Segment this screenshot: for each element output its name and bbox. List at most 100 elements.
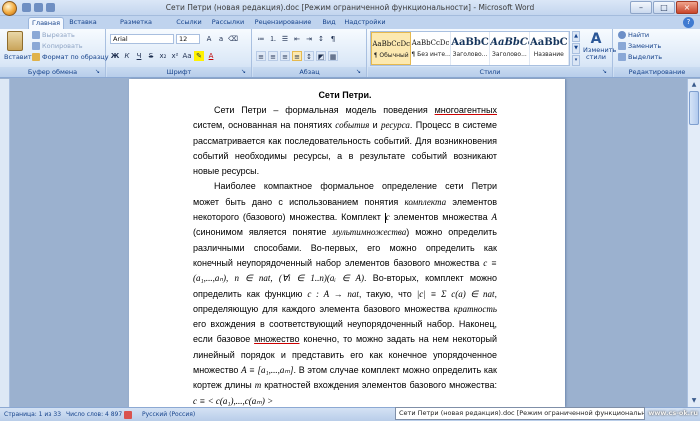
document-title: Сети Петри. (318, 90, 372, 100)
binoculars-icon (618, 31, 626, 39)
font-name-select[interactable]: Arial (110, 34, 174, 44)
tab-addins[interactable]: Надстройки (344, 17, 386, 29)
chevron-down-icon[interactable]: ▼ (572, 43, 580, 54)
editing-group-label: Редактирование (614, 67, 700, 77)
style-heading-2[interactable]: AaBbCc Заголово... (490, 32, 530, 65)
tab-view[interactable]: Вид (320, 17, 338, 29)
italic-icon[interactable]: К (122, 51, 132, 61)
language-indicator[interactable]: Русский (Россия) (142, 411, 195, 418)
style-no-spacing[interactable]: AaBbCcDc ¶ Без инте... (411, 32, 451, 65)
strikethrough-icon[interactable]: S (146, 51, 156, 61)
styles-gallery: AaBbCcDc ¶ Обычный AaBbCcDc ¶ Без инте..… (370, 31, 570, 66)
page-counter[interactable]: Страница: 1 из 33 (4, 411, 61, 418)
scroll-up-icon[interactable]: ▲ (689, 80, 699, 90)
highlight-icon[interactable]: ✎ (194, 51, 204, 61)
brush-icon (32, 53, 40, 61)
clipboard-icon (7, 31, 23, 51)
watermark: www.cs-ok.ru (648, 409, 698, 417)
select-button[interactable]: Выделить (618, 53, 662, 61)
document-page[interactable]: Сети Петри. Сети Петри – формальная моде… (129, 79, 565, 407)
grow-font-icon[interactable]: A (204, 34, 214, 44)
change-case-icon[interactable]: Aa (182, 51, 192, 61)
styles-scroll: ▲ ▼ ▾ (572, 31, 580, 66)
document-workspace: Сети Петри. Сети Петри – формальная моде… (0, 79, 700, 407)
paragraph-1: Сети Петри – формальная модель поведения… (193, 105, 497, 177)
help-icon[interactable]: ? (683, 17, 694, 28)
superscript-icon[interactable]: x² (170, 51, 180, 61)
paragraph-2: Наиболее компактное формальное определен… (193, 181, 497, 406)
close-button[interactable]: × (676, 1, 698, 14)
tab-mailings[interactable]: Рассылки (210, 17, 246, 29)
chevron-up-icon[interactable]: ▲ (572, 31, 580, 42)
vertical-ruler (0, 79, 10, 407)
dialog-launcher-icon[interactable]: ↘ (95, 68, 103, 76)
align-right-icon[interactable]: ≡ (280, 51, 290, 61)
increase-indent-icon[interactable]: ⇥ (304, 34, 314, 44)
font-group-label: Шрифт (107, 67, 251, 77)
copy-icon (32, 42, 40, 50)
change-styles-button[interactable]: A Изменить стили (583, 31, 616, 61)
document-text[interactable]: Сети Петри. Сети Петри – формальная моде… (193, 88, 497, 409)
cursor-icon (618, 53, 626, 61)
sort-icon[interactable]: ↕ (316, 34, 326, 44)
maximize-button[interactable]: □ (653, 1, 675, 14)
borders-icon[interactable]: ▦ (328, 51, 338, 61)
shrink-font-icon[interactable]: a (216, 34, 226, 44)
scissors-icon (32, 31, 40, 39)
tab-review[interactable]: Рецензирование (252, 17, 314, 29)
show-marks-icon[interactable]: ¶ (328, 34, 338, 44)
dialog-launcher-icon[interactable]: ↘ (602, 68, 610, 76)
bullets-icon[interactable]: ≔ (256, 34, 266, 44)
multilevel-list-icon[interactable]: ☰ (280, 34, 290, 44)
paragraph-group-label: Абзац (253, 67, 366, 77)
more-styles-icon[interactable]: ▾ (572, 55, 580, 66)
justify-icon[interactable]: ≡ (292, 51, 302, 61)
dialog-launcher-icon[interactable]: ↘ (356, 68, 364, 76)
shading-icon[interactable]: ◩ (316, 51, 326, 61)
decrease-indent-icon[interactable]: ⇤ (292, 34, 302, 44)
tab-insert[interactable]: Вставка (67, 17, 99, 29)
formula: (∀i ∈ 1..n)(aᵢ ∈ A) (278, 273, 364, 284)
bold-icon[interactable]: Ж (110, 51, 120, 61)
scroll-down-icon[interactable]: ▼ (689, 396, 699, 406)
format-painter-button[interactable]: Формат по образцу (32, 53, 109, 61)
paragraph-group: ≔ ⒈ ☰ ⇤ ⇥ ↕ ¶ ≡ ≡ ≡ ≡ ↕ ◩ ▦ Абзац ↘ (253, 29, 367, 77)
font-size-select[interactable]: 12 (176, 34, 200, 44)
scroll-thumb[interactable] (689, 91, 699, 125)
tab-page-layout[interactable]: Разметка страницы (104, 17, 168, 37)
dialog-launcher-icon[interactable]: ↘ (241, 68, 249, 76)
line-spacing-icon[interactable]: ↕ (304, 51, 314, 61)
change-styles-icon: A (590, 31, 602, 47)
align-left-icon[interactable]: ≡ (256, 51, 266, 61)
paste-button[interactable]: Вставить (4, 31, 35, 66)
replace-button[interactable]: Заменить (618, 42, 661, 50)
style-heading-1[interactable]: AaBbC Заголово... (451, 32, 491, 65)
proofing-icon[interactable] (124, 411, 132, 419)
font-format-buttons: Ж К Ч S x₂ x² Aa ✎ A (110, 51, 216, 61)
styles-group-label: Стили (368, 67, 612, 77)
subscript-icon[interactable]: x₂ (158, 51, 168, 61)
minimize-button[interactable]: – (630, 1, 652, 14)
editing-group: Найти Заменить Выделить Редактирование (614, 29, 700, 77)
cut-button[interactable]: Вырезать (32, 31, 75, 39)
clipboard-group: Вставить Вырезать Копировать Формат по о… (0, 29, 109, 77)
ribbon-tabs: Главная Вставка Разметка страницы Ссылки… (0, 16, 700, 37)
font-size-buttons: A a ⌫ (204, 34, 238, 44)
numbering-icon[interactable]: ⒈ (268, 34, 278, 44)
word-count[interactable]: Число слов: 4 897 (66, 411, 122, 418)
window-title: Сети Петри (новая редакция).doc [Режим о… (165, 3, 535, 12)
tab-references[interactable]: Ссылки (174, 17, 204, 29)
copy-button[interactable]: Копировать (32, 42, 83, 50)
font-color-icon[interactable]: A (206, 51, 216, 61)
vertical-scrollbar[interactable]: ▲ ▼ (687, 79, 700, 407)
style-normal[interactable]: AaBbCcDc ¶ Обычный (371, 32, 412, 65)
align-center-icon[interactable]: ≡ (268, 51, 278, 61)
formula: A ≡ [a₁,...,aₘ] (241, 365, 294, 376)
list-buttons: ≔ ⒈ ☰ ⇤ ⇥ ↕ ¶ (256, 34, 338, 44)
tab-home[interactable]: Главная (28, 17, 64, 29)
style-title[interactable]: AaBbC Название (530, 32, 570, 65)
replace-icon (618, 42, 626, 50)
find-button[interactable]: Найти (618, 31, 649, 39)
underline-icon[interactable]: Ч (134, 51, 144, 61)
clear-format-icon[interactable]: ⌫ (228, 34, 238, 44)
